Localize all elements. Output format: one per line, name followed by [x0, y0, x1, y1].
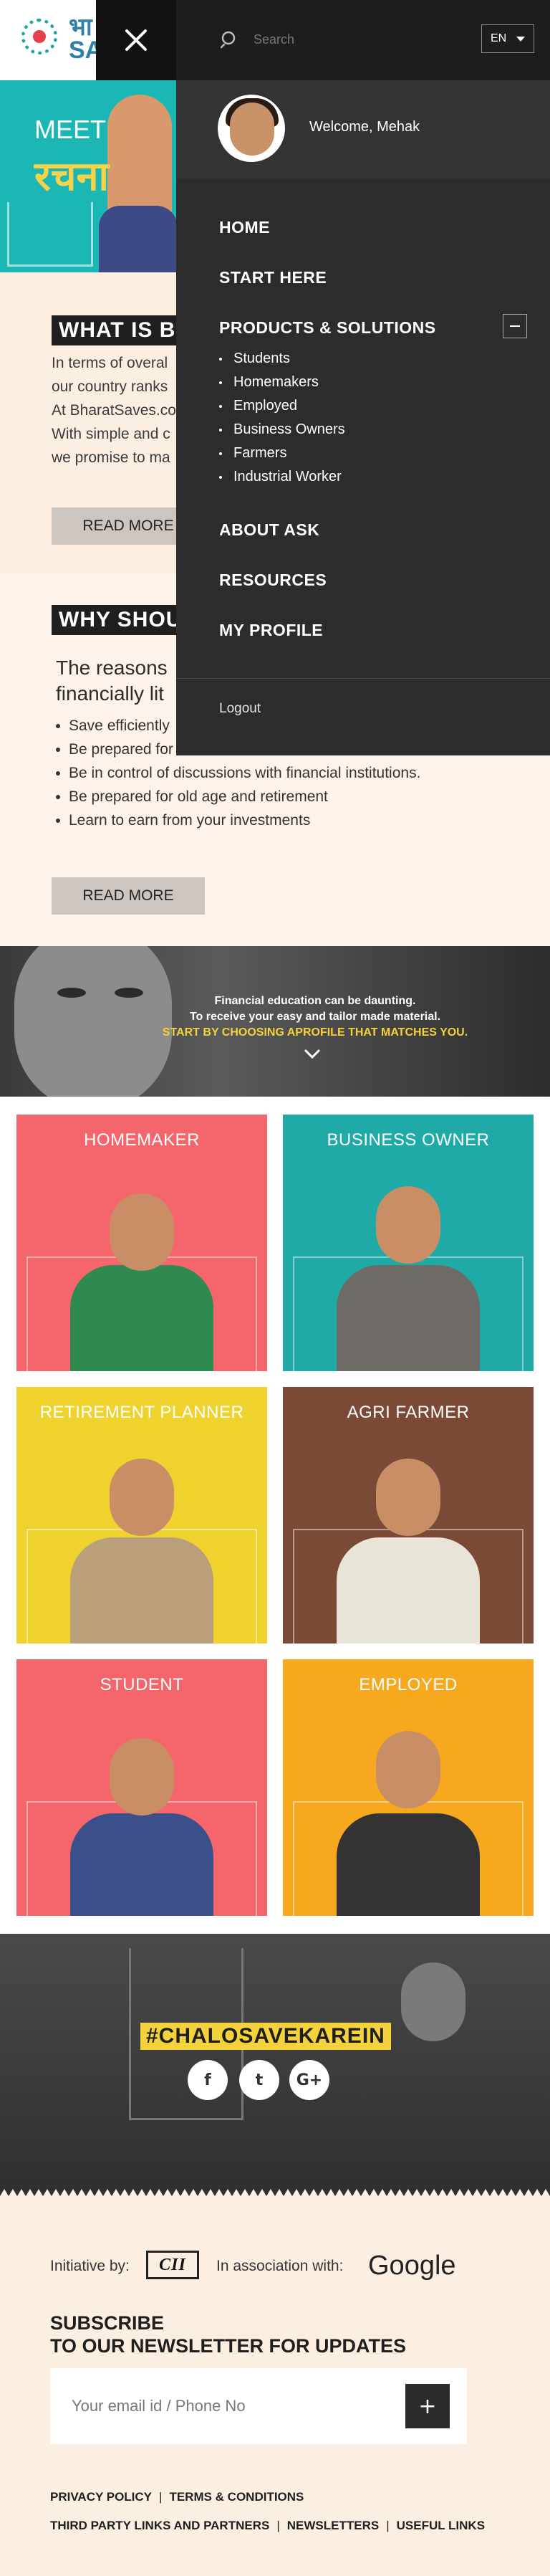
nav-item-home[interactable]: HOME — [219, 218, 270, 237]
search-input[interactable] — [254, 26, 440, 53]
person-figure — [337, 1265, 480, 1371]
list-item: Learn to earn from your investments — [56, 808, 420, 832]
profile-cards-grid: HOMEMAKER BUSINESS OWNER RETIREMENT PLAN… — [0, 1097, 550, 1934]
profile-card-agri-farmer[interactable]: AGRI FARMER — [283, 1387, 534, 1644]
caret-down-icon — [516, 37, 525, 42]
submenu-item-homemakers[interactable]: Homemakers — [219, 371, 345, 394]
card-title: RETIREMENT PLANNER — [39, 1403, 244, 1422]
why-read-more-button[interactable]: READ MORE — [52, 877, 205, 915]
newsletter-submit-button[interactable]: + — [405, 2384, 450, 2428]
person-head — [376, 1731, 440, 1808]
footer-links-row-1: PRIVACY POLICY | TERMS & CONDITIONS — [50, 2490, 304, 2504]
submenu-item-students[interactable]: Students — [219, 347, 345, 371]
submenu-item-employed[interactable]: Employed — [219, 394, 345, 418]
products-submenu: Students Homemakers Employed Business Ow… — [219, 347, 345, 489]
side-menu: EN Welcome, Mehak HOME START HERE PRODUC… — [176, 0, 550, 755]
hero-girl-dress — [99, 206, 176, 272]
link-separator: | — [159, 2490, 163, 2504]
nav-item-my-profile[interactable]: MY PROFILE — [219, 621, 323, 640]
profile-card-employed[interactable]: EMPLOYED — [283, 1659, 534, 1916]
profile-card-homemaker[interactable]: HOMEMAKER — [16, 1115, 267, 1371]
person-head — [110, 1459, 174, 1536]
facebook-icon[interactable]: f — [188, 2060, 228, 2100]
logout-link[interactable]: Logout — [219, 701, 261, 717]
person-head — [110, 1738, 174, 1816]
hashtag-text: #CHALOSAVEKAREIN — [140, 2023, 391, 2050]
person-head — [376, 1459, 440, 1536]
site-logo[interactable]: भा SA — [0, 0, 102, 80]
person-figure — [70, 1265, 213, 1371]
card-title: HOMEMAKER — [84, 1130, 200, 1150]
profile-card-student[interactable]: STUDENT — [16, 1659, 267, 1916]
girl-photo — [401, 1962, 465, 2041]
card-title: EMPLOYED — [359, 1675, 458, 1694]
person-figure — [337, 1537, 480, 1644]
zigzag-divider — [0, 2189, 550, 2205]
google-logo[interactable]: Google — [368, 2251, 456, 2281]
initiative-label: Initiative by: — [50, 2258, 130, 2274]
logo-mark-icon — [21, 19, 57, 54]
newsletters-link[interactable]: NEWSLETTERS — [287, 2519, 379, 2532]
language-value: EN — [491, 32, 507, 44]
terms-link[interactable]: TERMS & CONDITIONS — [169, 2490, 304, 2504]
banner-line-1: Financial education can be daunting. — [214, 995, 416, 1007]
privacy-policy-link[interactable]: PRIVACY POLICY — [50, 2490, 152, 2504]
twitter-icon[interactable]: t — [239, 2060, 279, 2100]
person-figure — [70, 1537, 213, 1644]
close-icon — [125, 29, 147, 51]
list-item: Be in control of discussions with financ… — [56, 761, 420, 785]
hero-banner: MEET रचना — [0, 80, 176, 272]
person-head — [110, 1193, 174, 1271]
why-heading: WHY SHOU — [52, 605, 190, 635]
profile-prompt-banner: Financial education can be daunting. To … — [0, 946, 550, 1097]
nav-item-resources[interactable]: RESOURCES — [219, 571, 327, 590]
card-title: BUSINESS OWNER — [327, 1130, 490, 1150]
nav-item-start-here[interactable]: START HERE — [219, 268, 327, 287]
profile-card-retirement-planner[interactable]: RETIREMENT PLANNER — [16, 1387, 267, 1644]
association-label: In association with: — [216, 2258, 344, 2274]
house-illustration-icon — [7, 202, 93, 267]
subscribe-heading: SUBSCRIBE — [50, 2312, 165, 2334]
avatar[interactable] — [218, 95, 285, 162]
close-menu-button[interactable] — [96, 0, 176, 80]
language-select[interactable]: EN — [481, 24, 534, 53]
third-party-links-link[interactable]: THIRD PARTY LINKS AND PARTNERS — [50, 2519, 269, 2532]
submenu-item-industrial-worker[interactable]: Industrial Worker — [219, 465, 345, 489]
person-figure — [70, 1813, 213, 1916]
hero-title: रचना — [34, 153, 110, 200]
user-welcome: Welcome, Mehak — [176, 80, 550, 179]
cii-logo[interactable]: CII — [146, 2251, 199, 2279]
nav-item-products-solutions[interactable]: PRODUCTS & SOLUTIONS — [219, 318, 436, 338]
nav-item-about-ask[interactable]: ABOUT ASK — [219, 520, 319, 540]
newsletter-form: + — [50, 2368, 467, 2444]
person-head — [376, 1186, 440, 1264]
banner-line-3: START BY CHOOSING APROFILE THAT MATCHES … — [162, 1026, 468, 1039]
footer: Initiative by: CII In association with: … — [0, 2205, 550, 2576]
submenu-item-business-owners[interactable]: Business Owners — [219, 418, 345, 442]
footer-links-row-2: THIRD PARTY LINKS AND PARTNERS | NEWSLETTE… — [50, 2519, 485, 2533]
chevron-down-icon[interactable] — [302, 1044, 322, 1064]
hashtag-banner: #CHALOSAVEKAREIN f t G+ — [0, 1934, 550, 2205]
newsletter-input[interactable] — [72, 2387, 387, 2425]
banner-line-2: To receive your easy and tailor made mat… — [189, 1011, 441, 1023]
menu-top-bar: EN — [176, 0, 550, 80]
person-figure — [337, 1813, 480, 1916]
profile-card-business-owner[interactable]: BUSINESS OWNER — [283, 1115, 534, 1371]
what-is-heading: WHAT IS BI — [52, 315, 190, 345]
list-item: Be prepared for old age and retirement — [56, 785, 420, 808]
menu-divider — [176, 678, 550, 679]
subscribe-subheading: TO OUR NEWSLETTER FOR UPDATES — [50, 2335, 407, 2357]
link-separator: | — [276, 2519, 280, 2532]
google-plus-icon[interactable]: G+ — [289, 2060, 329, 2100]
link-separator: | — [386, 2519, 390, 2532]
collapse-minus-icon[interactable] — [503, 314, 527, 338]
hero-meet-text: MEET — [34, 115, 107, 144]
search-icon[interactable] — [221, 30, 239, 49]
useful-links-link[interactable]: USEFUL LINKS — [397, 2519, 485, 2532]
card-title: AGRI FARMER — [347, 1403, 470, 1422]
welcome-text: Welcome, Mehak — [309, 119, 420, 135]
card-title: STUDENT — [100, 1675, 184, 1694]
submenu-item-farmers[interactable]: Farmers — [219, 442, 345, 465]
